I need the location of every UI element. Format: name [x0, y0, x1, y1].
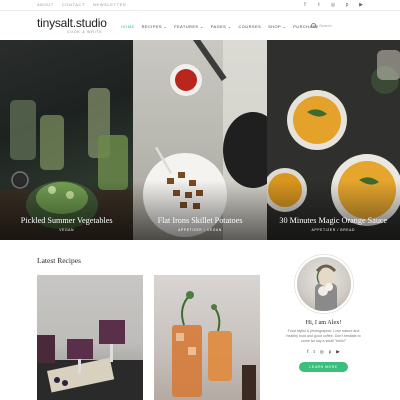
top-link-newsletter[interactable]: NEWSLETTER — [93, 2, 126, 7]
hero-title[interactable]: 30 Minutes Magic Orange Sauce — [267, 216, 400, 225]
author-bio: Food stylist & photographer. Love nature… — [286, 329, 361, 343]
recipe-card-cocktails[interactable] — [154, 275, 260, 400]
author-photo — [314, 264, 337, 311]
hero-slider: Pickled Summer Vegetables VEGAN Flat Iro… — [0, 40, 400, 240]
site-tagline: COOK & WRITE — [67, 30, 103, 34]
berry-drinks-photo — [37, 320, 143, 400]
site-logo[interactable]: tinysalt.studio COOK & WRITE — [37, 16, 107, 34]
nav-item-features[interactable]: FEATURES ⌄ — [174, 24, 204, 29]
hero-title[interactable]: Flat Irons Skillet Potatoes — [133, 216, 266, 225]
nav-item-home[interactable]: HOME — [121, 24, 135, 29]
learn-more-button[interactable]: LEARN MORE — [299, 362, 348, 372]
twitter-icon[interactable]: t — [316, 2, 322, 8]
hero-slide-orange-sauce[interactable]: 30 Minutes Magic Orange Sauce APPETIZER … — [266, 40, 400, 240]
nav-item-courses[interactable]: COURSES — [239, 24, 262, 29]
nav-item-shop[interactable]: SHOP ⌄ — [268, 24, 286, 29]
hero-slide-pickled-vegetables[interactable]: Pickled Summer Vegetables VEGAN — [0, 40, 134, 240]
author-social-icons: f t ◎ p ▶ — [283, 349, 364, 355]
top-link-about[interactable]: ABOUT — [37, 2, 54, 7]
twitter-icon[interactable]: t — [314, 349, 315, 355]
pinterest-icon[interactable]: p — [344, 2, 350, 8]
top-social-icons: f t ◎ p ▶ — [302, 2, 364, 8]
hero-caption: 30 Minutes Magic Orange Sauce APPETIZER … — [267, 216, 400, 232]
instagram-icon[interactable]: ◎ — [330, 2, 336, 8]
iced-cocktails-photo — [172, 291, 256, 400]
hero-slide-skillet-potatoes[interactable]: Flat Irons Skillet Potatoes APPETIZER / … — [133, 40, 267, 240]
author-greeting: Hi, I am Alex! — [305, 319, 342, 326]
about-widget: Hi, I am Alex! Food stylist & photograph… — [283, 255, 364, 373]
search-icon — [311, 23, 316, 28]
hero-caption: Pickled Summer Vegetables VEGAN — [0, 216, 133, 232]
hero-title[interactable]: Pickled Summer Vegetables — [0, 216, 133, 225]
top-bar: ABOUT CONTACT NEWSLETTER f t ◎ p ▶ — [0, 0, 400, 11]
top-link-contact[interactable]: CONTACT — [62, 2, 85, 7]
nav-item-pages[interactable]: PAGES ⌄ — [211, 24, 232, 29]
pinterest-icon[interactable]: p — [329, 349, 332, 355]
main-nav: HOME RECIPES ⌄ FEATURES ⌄ PAGES ⌄ COURSE… — [121, 24, 319, 29]
instagram-icon[interactable]: ◎ — [320, 349, 324, 355]
latest-recipes-heading: Latest Recipes — [37, 256, 81, 265]
search-input[interactable]: Search — [319, 23, 332, 28]
hero-category[interactable]: APPETIZER / BREAD — [267, 228, 400, 232]
facebook-icon[interactable]: f — [307, 349, 308, 355]
hero-category[interactable]: APPETIZER / VEGAN — [133, 228, 266, 232]
recipe-card-drinks[interactable] — [37, 275, 143, 400]
hero-caption: Flat Irons Skillet Potatoes APPETIZER / … — [133, 216, 266, 232]
avatar[interactable] — [294, 255, 353, 313]
top-links: ABOUT CONTACT NEWSLETTER — [37, 2, 126, 7]
site-name: tinysalt.studio — [37, 16, 107, 30]
nav-item-recipes[interactable]: RECIPES ⌄ — [142, 24, 168, 29]
facebook-icon[interactable]: f — [302, 2, 308, 8]
search-box[interactable]: Search — [311, 21, 364, 30]
hero-category[interactable]: VEGAN — [0, 228, 133, 232]
youtube-icon[interactable]: ▶ — [336, 349, 339, 355]
youtube-icon[interactable]: ▶ — [358, 2, 364, 8]
